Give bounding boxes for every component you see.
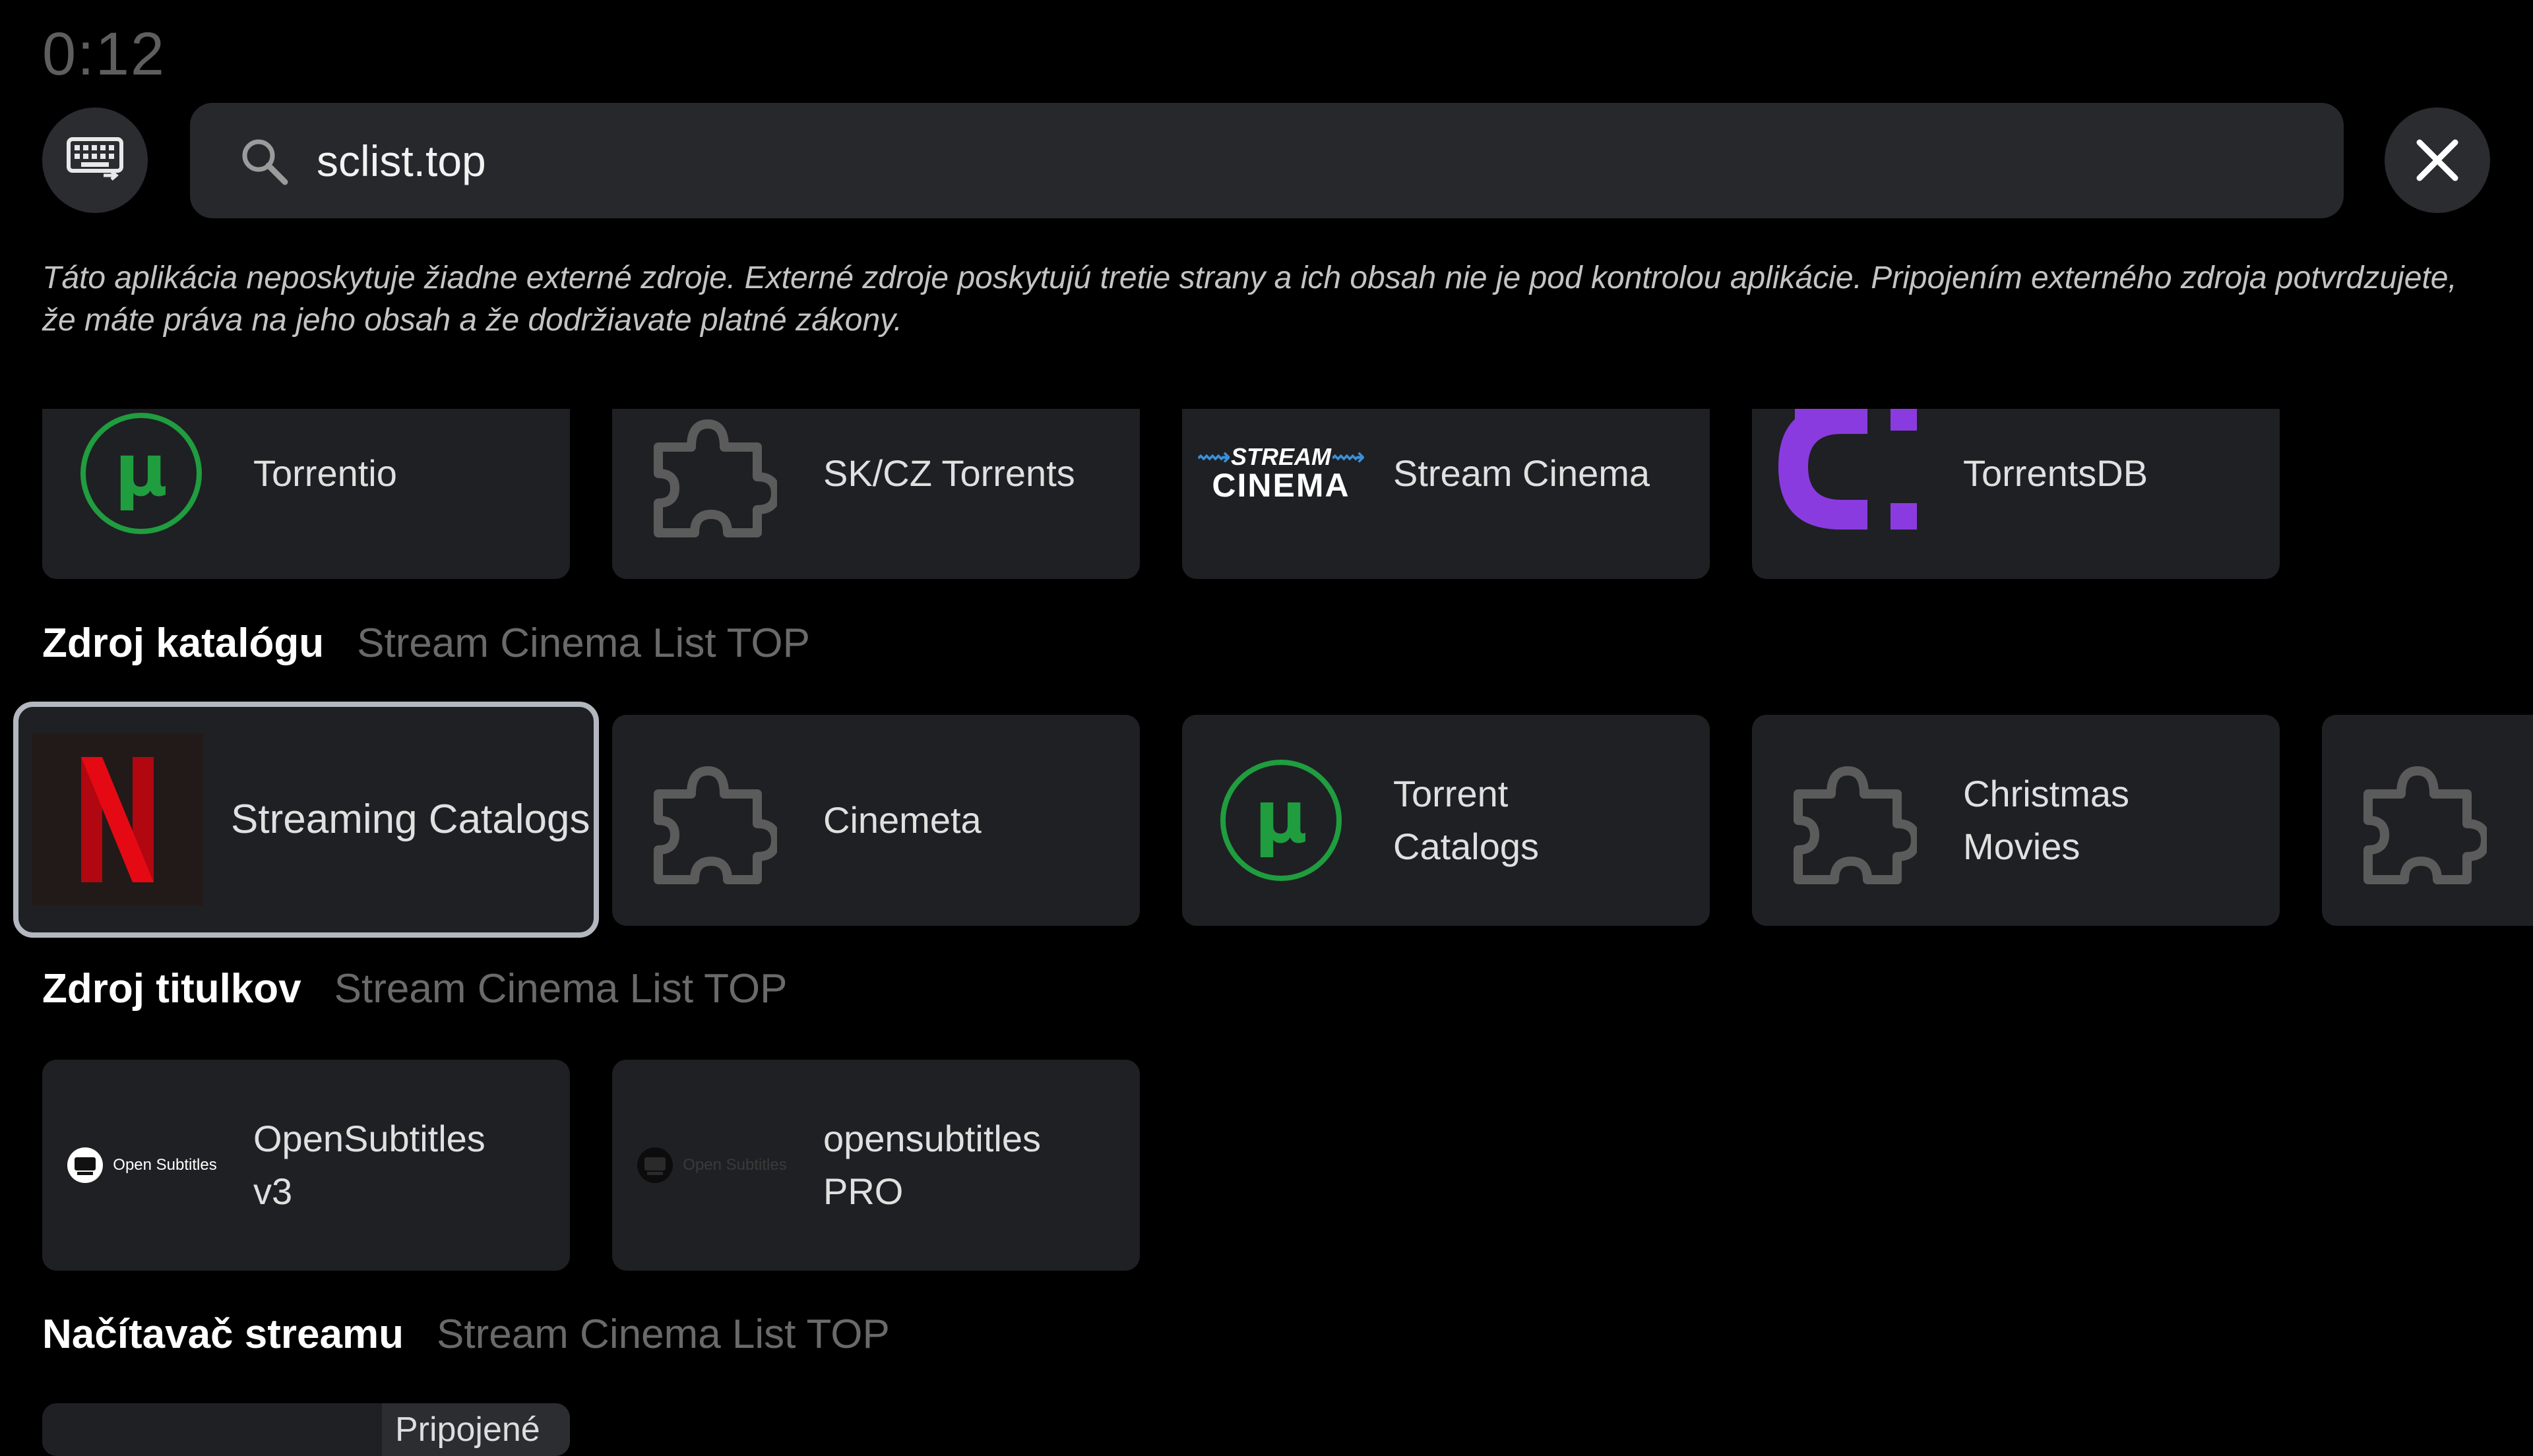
addon-name: Torrentio (253, 452, 397, 494)
addon-card-cinemeta[interactable]: Cinemeta (612, 715, 1140, 926)
addon-card-opensubtitles-pro[interactable]: Open Subtitles opensubtitles PRO (612, 1060, 1140, 1271)
puzzle-icon (612, 715, 810, 926)
addon-name: SK/CZ Torrents (823, 452, 1075, 494)
search-icon (237, 135, 290, 187)
addon-name: Streaming Catalogs (231, 797, 590, 842)
section-header-stream-loader: Načítavač streamu Stream Cinema List TOP (42, 1311, 890, 1358)
addon-card-stream-cinema[interactable]: ⟿STREAM⟿ CINEMA Stream Cinema (1182, 409, 1710, 579)
clock: 0:12 (42, 20, 166, 88)
close-icon (2416, 139, 2458, 181)
search-input[interactable]: sclist.top (317, 136, 486, 186)
addon-card-torrentio[interactable]: µ Torrentio (42, 409, 570, 579)
addon-card-stream-loader[interactable]: Pripojené (42, 1403, 570, 1456)
section-title: Načítavač streamu (42, 1312, 404, 1357)
addon-card-christmas-movies[interactable]: Christmas Movies (1752, 715, 2280, 926)
svg-text:µ: µ (1255, 775, 1308, 859)
disclaimer-text: Táto aplikácia neposkytuje žiadne extern… (42, 260, 2457, 338)
section-subtitle: Stream Cinema List TOP (334, 966, 788, 1012)
addon-name: Cinemeta (823, 799, 982, 841)
utorrent-icon: µ (1182, 715, 1380, 926)
section-title: Zdroj katalógu (42, 621, 325, 666)
section-subtitle: Stream Cinema List TOP (357, 621, 810, 666)
puzzle-icon (612, 409, 810, 579)
addon-name: Christmas Movies (1963, 773, 2130, 867)
opensubtitles-logo: Open Subtitles (42, 1060, 240, 1271)
stream-addon-row: µ Torrentio SK/CZ Torrents ⟿STREAM⟿ CINE… (0, 409, 2533, 580)
section-title: Zdroj titulkov (42, 966, 301, 1012)
addon-name: TorrentsDB (1963, 452, 2148, 494)
addon-card-torrentsdb[interactable]: TorrentsDB (1752, 409, 2280, 579)
section-header-subtitles: Zdroj titulkov Stream Cinema List TOP (42, 965, 788, 1012)
stream-cinema-logo: ⟿STREAM⟿ CINEMA (1197, 443, 1365, 504)
addon-card-torrent-catalogs[interactable]: µ Torrent Catalogs (1182, 715, 1710, 926)
section-header-catalog: Zdroj katalógu Stream Cinema List TOP (42, 620, 810, 667)
torrentsdb-logo (1752, 409, 1950, 579)
addon-card-skcz-torrents[interactable]: SK/CZ Torrents (612, 409, 1140, 579)
addon-name: Stream Cinema (1393, 452, 1650, 494)
close-button[interactable] (2385, 107, 2490, 213)
puzzle-icon (1752, 715, 1950, 926)
addon-card-opensubtitles-v3[interactable]: Open Subtitles OpenSubtitles v3 (42, 1060, 570, 1271)
puzzle-icon (2322, 715, 2520, 926)
section-subtitle: Stream Cinema List TOP (436, 1312, 890, 1357)
opensubtitles-logo: Open Subtitles (612, 1060, 810, 1271)
keyboard-button[interactable] (42, 107, 148, 213)
installed-badge: Pripojené (382, 1403, 570, 1456)
addon-card-clip (2322, 715, 2533, 926)
addon-card-partial[interactable] (2322, 715, 2533, 926)
addon-name: opensubtitles PRO (823, 1118, 1042, 1212)
addon-card-streaming-catalogs[interactable]: Streaming Catalogs (13, 702, 599, 938)
addon-name: OpenSubtitles v3 (253, 1118, 485, 1212)
keyboard-icon (67, 137, 123, 181)
utorrent-icon: µ (42, 409, 240, 579)
search-bar[interactable]: sclist.top (190, 103, 2344, 218)
netflix-logo (18, 714, 216, 925)
svg-text:µ: µ (115, 428, 168, 512)
addon-name: Torrent Catalogs (1393, 773, 1540, 867)
